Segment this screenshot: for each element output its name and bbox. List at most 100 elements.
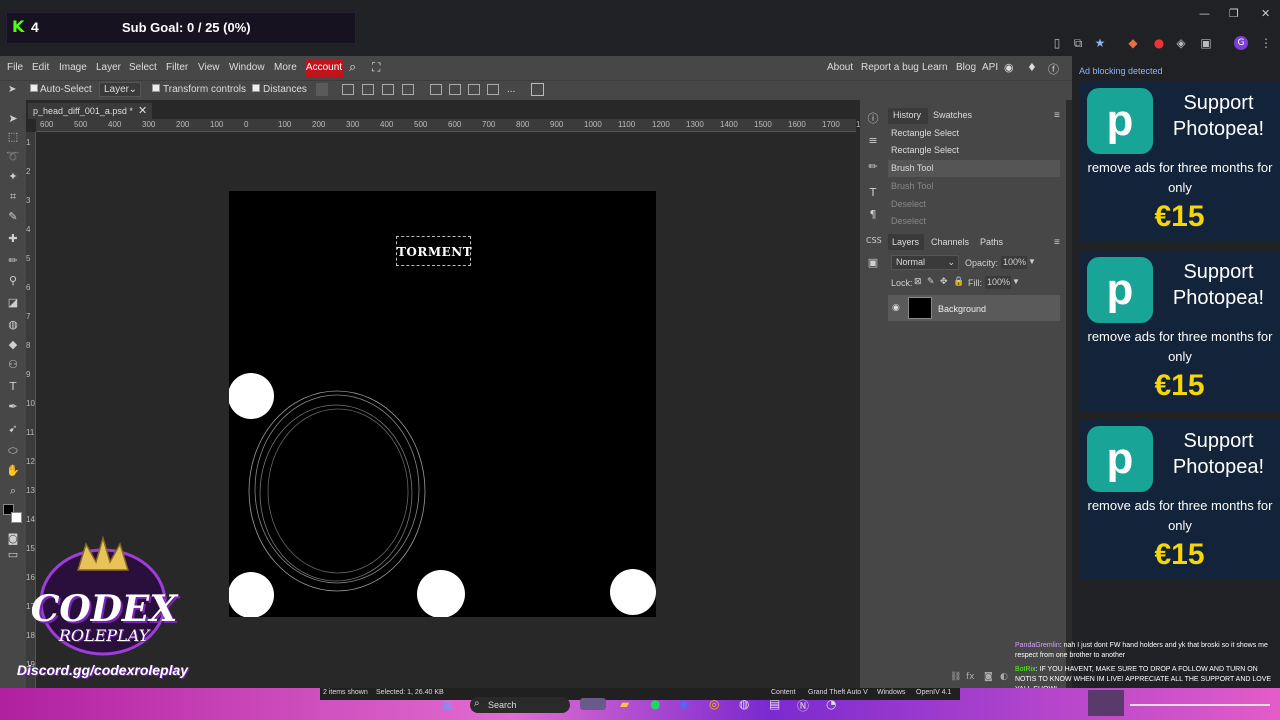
lasso-tool-icon[interactable]: ➰: [6, 150, 20, 164]
menu-window[interactable]: Window: [229, 62, 265, 73]
transform-controls-checkbox[interactable]: [152, 84, 160, 95]
paragraph-icon[interactable]: ¶: [866, 208, 880, 222]
menu-file[interactable]: File: [7, 62, 23, 73]
tab-channels[interactable]: Channels: [931, 237, 969, 247]
page-icon[interactable]: ▯: [1050, 36, 1064, 50]
eraser-tool-icon[interactable]: ◪: [6, 296, 20, 310]
path-select-tool-icon[interactable]: ➹: [6, 422, 20, 436]
support-ad[interactable]: p Support Photopea! remove ads for three…: [1079, 420, 1280, 580]
tab-history[interactable]: History: [893, 110, 921, 120]
history-item[interactable]: Brush Tool: [888, 178, 1060, 195]
taskbar-widget-icon[interactable]: [580, 698, 606, 710]
windows-start-icon[interactable]: ⊞: [443, 698, 453, 712]
taskbar-search[interactable]: Search: [470, 697, 570, 713]
menu-filter[interactable]: Filter: [166, 62, 188, 73]
distances-checkbox[interactable]: [252, 84, 260, 95]
hand-tool-icon[interactable]: ✋: [6, 464, 20, 478]
fill-input[interactable]: 100%: [985, 276, 1011, 289]
obs-icon[interactable]: ◍: [739, 697, 749, 711]
layer-mask-icon[interactable]: ◙: [984, 672, 993, 682]
brush-panel-icon[interactable]: ✏: [866, 160, 880, 174]
link-blog[interactable]: Blog: [956, 62, 976, 73]
character-icon[interactable]: T: [866, 186, 880, 200]
align-bottom-icon[interactable]: [468, 84, 480, 95]
chrome-icon[interactable]: ◎: [709, 697, 719, 711]
lock-position-icon[interactable]: ✥: [940, 277, 948, 287]
canvas-text-selection[interactable]: TORMENT: [396, 236, 472, 266]
app-icon[interactable]: Ⓝ: [797, 697, 809, 714]
align-top-icon[interactable]: [430, 84, 442, 95]
account-button[interactable]: Account: [305, 59, 343, 77]
menu-view[interactable]: View: [198, 62, 220, 73]
lock-pixels-icon[interactable]: ⊠: [914, 277, 922, 287]
extensions-puzzle-icon[interactable]: ▣: [1199, 36, 1213, 50]
opacity-input[interactable]: 100%: [1001, 256, 1027, 269]
tab-swatches[interactable]: Swatches: [933, 110, 972, 120]
extension-icon[interactable]: ◆: [1126, 36, 1140, 50]
panel-menu-icon[interactable]: ≡: [1054, 110, 1060, 121]
layer-effects-icon[interactable]: fx: [966, 672, 975, 682]
folder-content[interactable]: Content: [771, 689, 796, 696]
history-item[interactable]: Rectangle Select: [888, 125, 1060, 142]
shape-tool-icon[interactable]: ⬭: [6, 444, 20, 458]
app-icon[interactable]: ▤: [769, 697, 780, 711]
link-about[interactable]: About: [827, 62, 853, 73]
support-ad[interactable]: p Support Photopea! remove ads for three…: [1079, 82, 1280, 242]
image-icon[interactable]: ▣: [866, 256, 880, 270]
history-item[interactable]: Rectangle Select: [888, 142, 1060, 159]
download-icon[interactable]: [316, 83, 328, 96]
folder-gta[interactable]: Grand Theft Auto V: [808, 689, 868, 696]
link-layers-icon[interactable]: ⛓: [950, 672, 961, 682]
folder-openiv[interactable]: OpenIV 4.1: [916, 689, 951, 696]
support-ad[interactable]: p Support Photopea! remove ads for three…: [1079, 251, 1280, 411]
menu-image[interactable]: Image: [59, 62, 87, 73]
align-middle-icon[interactable]: [449, 84, 461, 95]
screen-cast-icon[interactable]: ⧉: [1071, 36, 1085, 50]
menu-select[interactable]: Select: [129, 62, 157, 73]
menu-layer[interactable]: Layer: [96, 62, 121, 73]
history-item[interactable]: Deselect: [888, 213, 1060, 230]
zoom-tool-icon[interactable]: ⌕: [6, 484, 20, 498]
close-window-icon[interactable]: ✕: [1261, 7, 1270, 20]
file-explorer-icon[interactable]: ▰: [620, 697, 629, 711]
more-options-icon[interactable]: ...: [507, 84, 515, 95]
move-tool-icon[interactable]: ➤: [6, 112, 20, 126]
visibility-eye-icon[interactable]: ◉: [892, 303, 900, 313]
browser-menu-icon[interactable]: ⋮: [1259, 36, 1273, 50]
lock-all-icon[interactable]: 🔒: [953, 277, 964, 287]
blend-mode-dropdown[interactable]: Normal ⌄: [891, 255, 959, 270]
grid-icon[interactable]: [531, 83, 544, 96]
css-icon[interactable]: CSS: [866, 234, 882, 248]
layer-name[interactable]: Background: [938, 304, 986, 314]
history-item[interactable]: Brush Tool: [888, 160, 1060, 177]
distribute-icon[interactable]: [402, 84, 414, 95]
history-item[interactable]: Deselect: [888, 196, 1060, 213]
menu-edit[interactable]: Edit: [32, 62, 49, 73]
distribute-vertical-icon[interactable]: [487, 84, 499, 95]
layer-select-dropdown[interactable]: Layer ⌄: [99, 82, 141, 97]
link-learn[interactable]: Learn: [922, 62, 948, 73]
adjustments-icon[interactable]: ≡: [866, 134, 880, 148]
maximize-icon[interactable]: ❐: [1229, 7, 1239, 20]
clone-stamp-tool-icon[interactable]: ⚲: [6, 274, 20, 288]
folder-windows[interactable]: Windows: [877, 689, 905, 696]
background-color-swatch[interactable]: [11, 512, 22, 523]
brush-tool-icon[interactable]: ✏: [6, 254, 20, 268]
magic-wand-tool-icon[interactable]: ✦: [6, 170, 20, 184]
extension-icon[interactable]: ●: [1152, 36, 1166, 50]
ad-blocking-notice[interactable]: Ad blocking detected: [1079, 66, 1163, 76]
tab-paths[interactable]: Paths: [980, 237, 1003, 247]
search-icon[interactable]: ⌕: [349, 60, 356, 75]
app-icon[interactable]: ◔: [826, 697, 836, 711]
crop-tool-icon[interactable]: ⌗: [6, 190, 20, 204]
tab-layers[interactable]: Layers: [892, 237, 919, 247]
chevron-down-icon[interactable]: ▼: [1028, 257, 1036, 266]
extension-icon[interactable]: ◈: [1174, 36, 1188, 50]
spotify-icon[interactable]: ●: [650, 697, 660, 711]
align-center-icon[interactable]: [362, 84, 374, 95]
marquee-tool-icon[interactable]: ⬚: [6, 130, 20, 144]
minimize-icon[interactable]: —: [1199, 7, 1210, 20]
align-right-icon[interactable]: [382, 84, 394, 95]
reddit-icon[interactable]: ◉: [1004, 61, 1014, 74]
chevron-down-icon[interactable]: ▼: [1012, 277, 1020, 286]
